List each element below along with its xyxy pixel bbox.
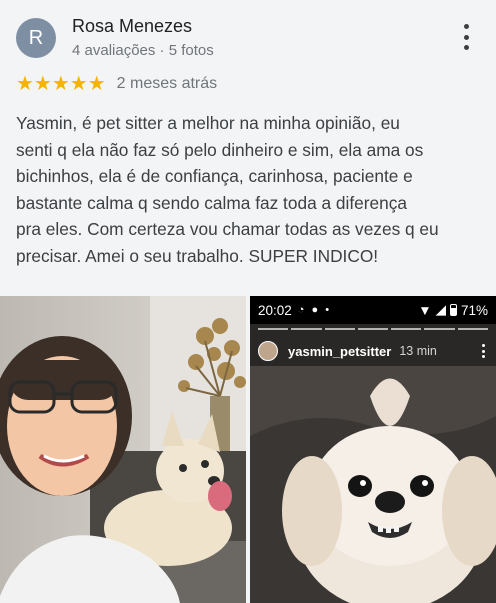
review-photo-selfie[interactable] bbox=[0, 296, 246, 603]
battery-level: 71% bbox=[460, 302, 488, 318]
review-time: 2 meses atrás bbox=[116, 75, 218, 92]
review-line: precisar. Amei o seu trabalho. SUPER IND… bbox=[16, 245, 379, 266]
phone-status-bar: 20:02 ◔ ● • ▼ ◢ 71% bbox=[250, 296, 496, 324]
review-line: bastante calma q sendo calma faz toda a … bbox=[16, 192, 407, 213]
story-time: 13 min bbox=[399, 344, 437, 358]
review-photo-story[interactable]: 20:02 ◔ ● • ▼ ◢ 71% yasmin_petsitter 13 … bbox=[250, 296, 496, 603]
story-more-icon[interactable] bbox=[480, 344, 486, 358]
rating-row: ★★★★★ 2 meses atrás bbox=[16, 73, 217, 95]
story-avatar[interactable] bbox=[258, 341, 278, 361]
review-header: R Rosa Menezes 4 avaliações · 5 fotos bbox=[0, 0, 496, 72]
review-line: pra eles. Com certeza vou chamar todas a… bbox=[16, 219, 439, 239]
review-photos: 20:02 ◔ ● • ▼ ◢ 71% yasmin_petsitter 13 … bbox=[0, 296, 496, 603]
selfie-photo-illustration bbox=[0, 296, 246, 603]
star-rating: ★★★★★ bbox=[16, 73, 106, 95]
signal-icon: ◢ bbox=[435, 302, 446, 317]
story-username[interactable]: yasmin_petsitter bbox=[288, 344, 391, 359]
status-right: ▼ ◢ 71% bbox=[418, 296, 488, 324]
reviewer-meta: 4 avaliações · 5 fotos bbox=[72, 42, 214, 59]
more-vert-icon[interactable] bbox=[454, 22, 478, 52]
wifi-icon: ▼ bbox=[418, 302, 432, 318]
review-line: bichinhos, ela é de confiança, carinhosa… bbox=[16, 166, 413, 186]
review-line: senti q ela não faz só pelo dinheiro e s… bbox=[16, 139, 424, 160]
avatar[interactable]: R bbox=[16, 18, 56, 58]
status-time: 20:02 bbox=[258, 302, 292, 318]
story-progress-bars bbox=[258, 328, 488, 330]
reviewer-name[interactable]: Rosa Menezes bbox=[72, 16, 192, 37]
story-user: yasmin_petsitter 13 min bbox=[258, 340, 437, 362]
review-line: Yasmin, é pet sitter a melhor na minha o… bbox=[16, 113, 400, 133]
battery-icon bbox=[449, 304, 457, 316]
review-text: Yasmin, é pet sitter a melhor na minha o… bbox=[16, 110, 486, 269]
whatsapp-icon: ◔ ● • bbox=[297, 304, 332, 316]
